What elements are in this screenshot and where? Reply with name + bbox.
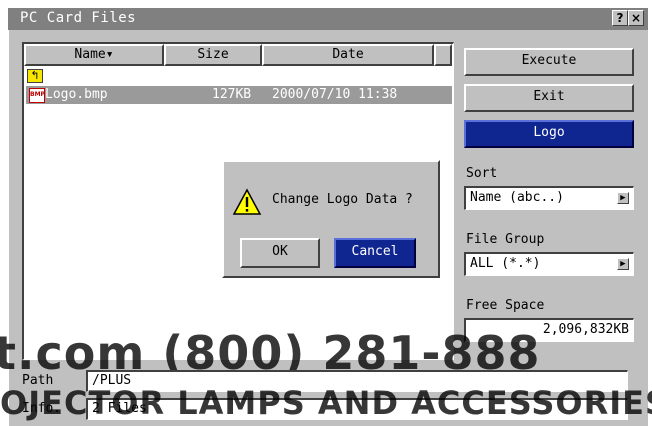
file-name: Logo.bmp (45, 87, 108, 102)
dialog-message: Change Logo Data ? (272, 192, 413, 207)
sort-value: Name (abc..) (470, 190, 564, 205)
sort-label: Sort (466, 166, 498, 181)
file-size: 127KB (212, 87, 252, 102)
table-row[interactable]: BMP Logo.bmp 127KB 2000/07/10 11:38 (26, 86, 452, 104)
chevron-right-icon[interactable]: ▶ (617, 192, 629, 204)
execute-button[interactable]: Execute (464, 48, 634, 76)
free-space-value: 2,096,832KB (542, 322, 629, 337)
window-title: PC Card Files (20, 10, 137, 26)
logo-button[interactable]: Logo (464, 120, 634, 148)
file-group-value: ALL (*.*) (470, 256, 541, 271)
title-bar: PC Card Files ? × (8, 8, 648, 30)
free-space-label: Free Space (466, 298, 545, 313)
column-header-size[interactable]: Size (164, 44, 262, 66)
warning-icon (232, 188, 262, 215)
exit-button[interactable]: Exit (464, 84, 634, 112)
column-header-name[interactable]: Name▾ (24, 44, 164, 66)
file-group-select[interactable]: ALL (*.*) ▶ (464, 252, 634, 276)
chevron-right-icon[interactable]: ▶ (617, 258, 629, 270)
column-header-date[interactable]: Date (262, 44, 434, 66)
parent-folder-icon[interactable]: ↰ (27, 69, 43, 83)
column-header-spacer (434, 44, 452, 66)
file-date: 2000/07/10 11:38 (272, 87, 398, 102)
cancel-button[interactable]: Cancel (334, 238, 416, 268)
file-group-label: File Group (466, 232, 545, 247)
sort-select[interactable]: Name (abc..) ▶ (464, 186, 634, 210)
close-button[interactable]: × (628, 10, 644, 26)
bmp-file-icon: BMP (29, 88, 45, 103)
ok-button[interactable]: OK (240, 238, 320, 268)
help-button[interactable]: ? (612, 10, 628, 26)
watermark-tagline: OJECTOR LAMPS AND ACCESSORIES (0, 384, 652, 422)
